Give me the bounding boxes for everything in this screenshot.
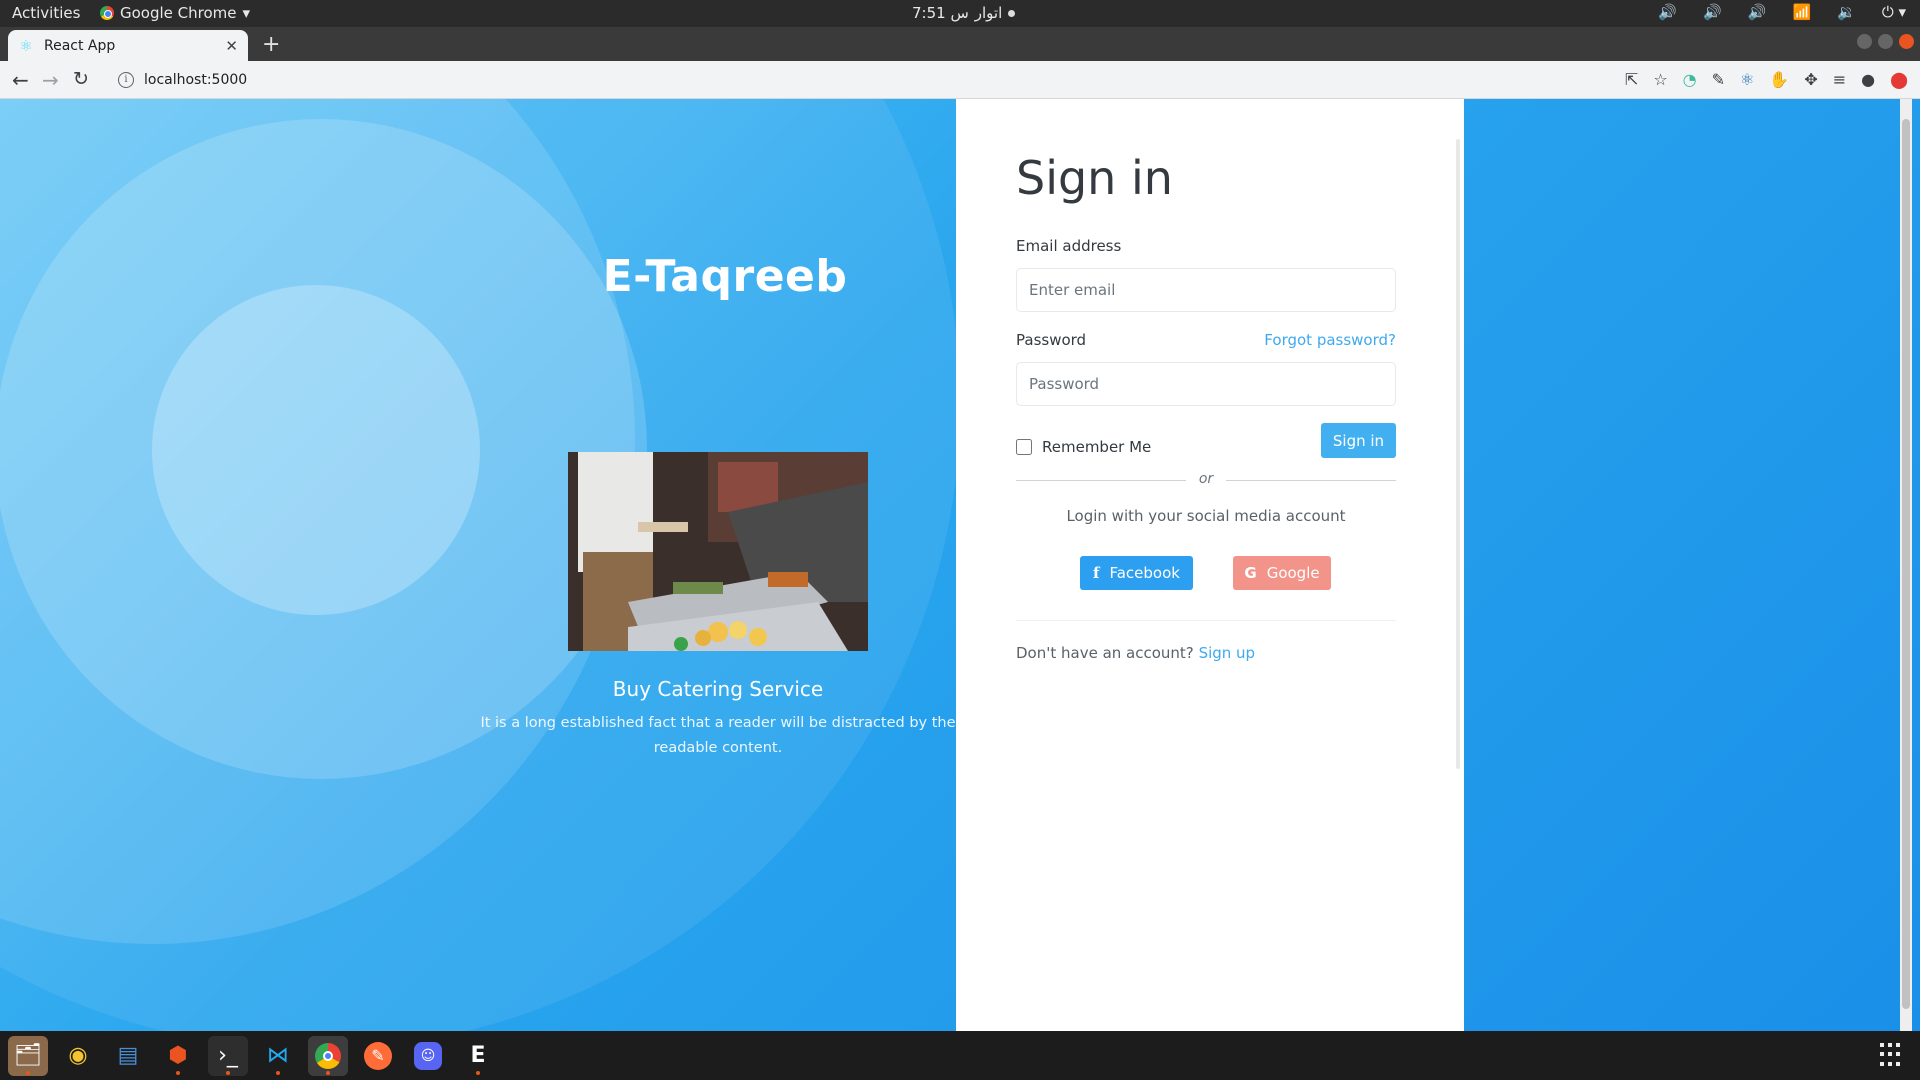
- show-applications-icon[interactable]: [1880, 1043, 1904, 1067]
- reload-icon[interactable]: ↻: [73, 68, 89, 90]
- system-top-bar: Activities Google Chrome ▾ 7:51 ﺱ اتوار …: [0, 0, 1920, 27]
- tab-strip: ⚛ React App ✕ +: [0, 27, 1920, 61]
- files-icon[interactable]: 🗂: [8, 1035, 48, 1076]
- service-title: Buy Catering Service: [612, 677, 824, 701]
- password-field[interactable]: [1016, 362, 1396, 406]
- extension-icon[interactable]: ◔: [1683, 70, 1697, 89]
- chrome-taskbar-icon[interactable]: [308, 1035, 348, 1076]
- no-account-text: Don't have an account?: [1016, 644, 1194, 662]
- postman-icon[interactable]: ✎: [358, 1036, 398, 1076]
- chevron-down-icon: ▾: [242, 4, 251, 22]
- maximize-button[interactable]: [1878, 34, 1893, 49]
- forgot-password-link[interactable]: Forgot password?: [1264, 331, 1396, 349]
- activities-button[interactable]: Activities: [12, 4, 80, 22]
- extension-icon[interactable]: ⬤: [1890, 70, 1908, 89]
- bookmark-star-icon[interactable]: ☆: [1653, 70, 1667, 89]
- clock[interactable]: 7:51 ﺱ اتوار: [912, 4, 1016, 22]
- app-menu-label: Google Chrome: [120, 4, 237, 22]
- url-text: localhost:5000: [144, 72, 248, 88]
- divider: [1016, 620, 1396, 621]
- reading-list-icon[interactable]: ≡: [1833, 70, 1846, 89]
- google-label: Google: [1266, 564, 1320, 582]
- service-description: It is a long established fact that a rea…: [480, 715, 956, 756]
- new-tab-button[interactable]: +: [262, 32, 280, 57]
- vscode-icon[interactable]: ⋈: [258, 1036, 298, 1076]
- address-bar[interactable]: i localhost:5000: [110, 65, 1580, 95]
- open-in-app-icon[interactable]: ⇱: [1625, 70, 1638, 89]
- card-scrollbar[interactable]: [1456, 139, 1460, 769]
- tab-title: React App: [44, 37, 116, 54]
- decorative-circle: [152, 285, 480, 615]
- signin-button[interactable]: Sign in: [1321, 423, 1396, 458]
- facebook-login-button[interactable]: f Facebook: [1080, 556, 1193, 590]
- minimize-button[interactable]: [1857, 34, 1872, 49]
- browser-toolbar: ← → ↻ i localhost:5000 ⇱ ☆ ◔ ✎ ⚛ ✋ ✥ ≡ ●…: [0, 61, 1920, 99]
- terminal-icon[interactable]: ›_: [208, 1035, 248, 1076]
- text-editor-icon[interactable]: ▤: [108, 1036, 148, 1076]
- clock-time: 7:51 ﺱ: [912, 4, 969, 22]
- volume-icon[interactable]: 🔊: [1703, 3, 1722, 21]
- hero: E-Taqreeb: [480, 251, 956, 302]
- brand-logo: E-Taqreeb: [602, 251, 848, 302]
- extension-icons: ⇱ ☆ ◔ ✎ ⚛ ✋ ✥ ≡ ● ⬤: [1625, 70, 1908, 89]
- discord-icon[interactable]: ☺: [408, 1036, 448, 1076]
- clock-day: اتوار: [974, 4, 1003, 22]
- social-login-text: Login with your social media account: [1066, 507, 1346, 525]
- password-label: Password: [1016, 331, 1087, 349]
- signup-prompt: Don't have an account? Sign up: [1016, 644, 1255, 662]
- volume-icon[interactable]: 🔉: [1837, 3, 1856, 21]
- wifi-icon[interactable]: 📶: [1792, 3, 1811, 21]
- remember-me-label: Remember Me: [1042, 438, 1152, 456]
- page-content: E-Taqreeb Buy Catering Service It is a l…: [0, 99, 1920, 1031]
- avatar[interactable]: ●: [1861, 70, 1875, 89]
- volume-icon[interactable]: 🔊: [1748, 3, 1767, 21]
- google-login-button[interactable]: G Google: [1233, 556, 1331, 590]
- volume-icon[interactable]: 🔊: [1658, 3, 1677, 21]
- page-scrollbar[interactable]: [1900, 99, 1912, 1031]
- email-field[interactable]: [1016, 268, 1396, 312]
- signup-link[interactable]: Sign up: [1199, 644, 1256, 662]
- window-controls: [1857, 34, 1914, 49]
- remember-me[interactable]: Remember Me: [1016, 438, 1151, 456]
- info-icon[interactable]: i: [118, 72, 134, 88]
- system-tray[interactable]: 🔊 🔊 🔊 📶 🔉 ⏻ ▾: [1658, 3, 1906, 21]
- forward-arrow-icon[interactable]: →: [42, 68, 59, 92]
- app-menu[interactable]: Google Chrome ▾: [100, 4, 250, 22]
- signin-card: Sign in Email address Password Forgot pa…: [956, 99, 1464, 1031]
- extension-icon[interactable]: ✋: [1769, 70, 1789, 89]
- close-icon[interactable]: ✕: [225, 37, 238, 55]
- catering-image: [568, 452, 868, 651]
- chrome-icon: [100, 6, 114, 20]
- remember-me-checkbox[interactable]: [1016, 439, 1032, 455]
- back-arrow-icon[interactable]: ←: [12, 68, 29, 92]
- window-close-button[interactable]: [1899, 34, 1914, 49]
- or-separator: or: [1186, 471, 1226, 487]
- rhythmbox-icon[interactable]: ◉: [58, 1036, 98, 1076]
- power-icon[interactable]: ⏻ ▾: [1882, 3, 1906, 21]
- page-title: Sign in: [1016, 151, 1173, 205]
- react-icon: ⚛: [19, 36, 33, 55]
- software-center-icon[interactable]: ⬢: [158, 1036, 198, 1076]
- google-icon: G: [1244, 564, 1257, 582]
- email-label: Email address: [1016, 237, 1122, 255]
- extension-icon[interactable]: ✎: [1712, 70, 1725, 89]
- puzzle-icon[interactable]: ✥: [1804, 70, 1817, 89]
- app-e-icon[interactable]: E: [458, 1036, 498, 1076]
- facebook-label: Facebook: [1109, 564, 1180, 582]
- browser-tab[interactable]: ⚛ React App ✕: [8, 30, 248, 61]
- scrollbar-thumb[interactable]: [1902, 119, 1910, 1009]
- react-devtools-icon[interactable]: ⚛: [1740, 70, 1754, 89]
- notification-dot-icon: [1008, 9, 1016, 17]
- taskbar: 🗂 ◉ ▤ ⬢ ›_ ⋈ ✎ ☺ E: [0, 1031, 1920, 1080]
- facebook-icon: f: [1093, 564, 1100, 582]
